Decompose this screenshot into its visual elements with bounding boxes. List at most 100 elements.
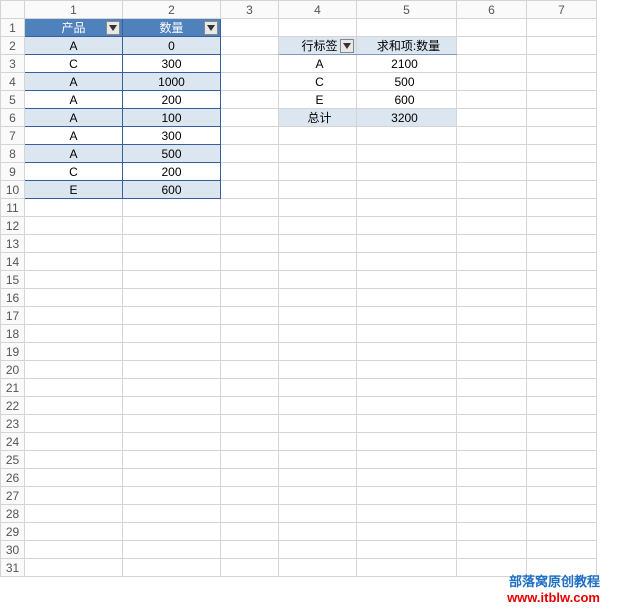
cell-r10-c7[interactable] [527, 181, 597, 199]
cell-r6-c3[interactable] [221, 109, 279, 127]
row-header-30[interactable]: 30 [1, 541, 25, 559]
cell-r8-c4[interactable] [279, 145, 357, 163]
cell-r8-c6[interactable] [457, 145, 527, 163]
cell-r30-c2[interactable] [123, 541, 221, 559]
cell-r21-c4[interactable] [279, 379, 357, 397]
cell-r24-c4[interactable] [279, 433, 357, 451]
row-header-26[interactable]: 26 [1, 469, 25, 487]
cell-r14-c3[interactable] [221, 253, 279, 271]
cell-r28-c1[interactable] [25, 505, 123, 523]
cell-r2-c7[interactable] [527, 37, 597, 55]
cell-r11-c2[interactable] [123, 199, 221, 217]
cell-r28-c4[interactable] [279, 505, 357, 523]
cell-r14-c2[interactable] [123, 253, 221, 271]
cell-r16-c3[interactable] [221, 289, 279, 307]
column-header-1[interactable]: 1 [25, 1, 123, 19]
cell-r2-c4[interactable]: 行标签 [279, 37, 357, 55]
cell-r19-c5[interactable] [357, 343, 457, 361]
cell-r27-c1[interactable] [25, 487, 123, 505]
cell-r7-c7[interactable] [527, 127, 597, 145]
cell-r28-c6[interactable] [457, 505, 527, 523]
cell-r6-c6[interactable] [457, 109, 527, 127]
cell-r15-c6[interactable] [457, 271, 527, 289]
filter-button-qty[interactable] [204, 21, 218, 35]
cell-r21-c3[interactable] [221, 379, 279, 397]
cell-r2-c1[interactable]: A [25, 37, 123, 55]
cell-r5-c2[interactable]: 200 [123, 91, 221, 109]
cell-r16-c4[interactable] [279, 289, 357, 307]
row-header-29[interactable]: 29 [1, 523, 25, 541]
row-header-17[interactable]: 17 [1, 307, 25, 325]
cell-r4-c1[interactable]: A [25, 73, 123, 91]
cell-r27-c3[interactable] [221, 487, 279, 505]
cell-r23-c5[interactable] [357, 415, 457, 433]
cell-r3-c1[interactable]: C [25, 55, 123, 73]
cell-r29-c3[interactable] [221, 523, 279, 541]
cell-r22-c4[interactable] [279, 397, 357, 415]
cell-r9-c6[interactable] [457, 163, 527, 181]
cell-r29-c6[interactable] [457, 523, 527, 541]
cell-r9-c7[interactable] [527, 163, 597, 181]
cell-r1-c6[interactable] [457, 19, 527, 37]
cell-r2-c6[interactable] [457, 37, 527, 55]
row-header-22[interactable]: 22 [1, 397, 25, 415]
cell-r20-c7[interactable] [527, 361, 597, 379]
cell-r20-c3[interactable] [221, 361, 279, 379]
cell-r31-c4[interactable] [279, 559, 357, 577]
cell-r20-c2[interactable] [123, 361, 221, 379]
row-header-15[interactable]: 15 [1, 271, 25, 289]
cell-r18-c1[interactable] [25, 325, 123, 343]
cell-r6-c5[interactable]: 3200 [357, 109, 457, 127]
cell-r21-c7[interactable] [527, 379, 597, 397]
cell-r16-c6[interactable] [457, 289, 527, 307]
cell-r10-c1[interactable]: E [25, 181, 123, 199]
cell-r3-c6[interactable] [457, 55, 527, 73]
cell-r31-c5[interactable] [357, 559, 457, 577]
cell-r3-c2[interactable]: 300 [123, 55, 221, 73]
select-all-corner[interactable] [1, 1, 25, 19]
cell-r19-c1[interactable] [25, 343, 123, 361]
cell-r17-c6[interactable] [457, 307, 527, 325]
cell-r2-c5[interactable]: 求和项:数量 [357, 37, 457, 55]
cell-r15-c7[interactable] [527, 271, 597, 289]
cell-r30-c4[interactable] [279, 541, 357, 559]
row-header-14[interactable]: 14 [1, 253, 25, 271]
cell-r1-c1[interactable]: 产品 [25, 19, 123, 37]
cell-r8-c5[interactable] [357, 145, 457, 163]
cell-r4-c6[interactable] [457, 73, 527, 91]
cell-r1-c2[interactable]: 数量 [123, 19, 221, 37]
cell-r1-c5[interactable] [357, 19, 457, 37]
cell-r11-c6[interactable] [457, 199, 527, 217]
row-header-18[interactable]: 18 [1, 325, 25, 343]
cell-r24-c7[interactable] [527, 433, 597, 451]
cell-r29-c2[interactable] [123, 523, 221, 541]
row-header-23[interactable]: 23 [1, 415, 25, 433]
cell-r6-c4[interactable]: 总计 [279, 109, 357, 127]
column-header-3[interactable]: 3 [221, 1, 279, 19]
cell-r6-c7[interactable] [527, 109, 597, 127]
cell-r22-c6[interactable] [457, 397, 527, 415]
cell-r3-c3[interactable] [221, 55, 279, 73]
cell-r11-c4[interactable] [279, 199, 357, 217]
cell-r26-c1[interactable] [25, 469, 123, 487]
cell-r4-c5[interactable]: 500 [357, 73, 457, 91]
cell-r22-c5[interactable] [357, 397, 457, 415]
cell-r7-c6[interactable] [457, 127, 527, 145]
cell-r21-c6[interactable] [457, 379, 527, 397]
cell-r15-c1[interactable] [25, 271, 123, 289]
cell-r13-c3[interactable] [221, 235, 279, 253]
cell-r31-c1[interactable] [25, 559, 123, 577]
cell-r19-c7[interactable] [527, 343, 597, 361]
cell-r23-c3[interactable] [221, 415, 279, 433]
cell-r8-c1[interactable]: A [25, 145, 123, 163]
cell-r29-c4[interactable] [279, 523, 357, 541]
cell-r13-c4[interactable] [279, 235, 357, 253]
filter-button-product[interactable] [106, 21, 120, 35]
cell-r18-c3[interactable] [221, 325, 279, 343]
row-header-28[interactable]: 28 [1, 505, 25, 523]
cell-r12-c5[interactable] [357, 217, 457, 235]
cell-r13-c1[interactable] [25, 235, 123, 253]
cell-r27-c4[interactable] [279, 487, 357, 505]
cell-r12-c2[interactable] [123, 217, 221, 235]
row-header-13[interactable]: 13 [1, 235, 25, 253]
